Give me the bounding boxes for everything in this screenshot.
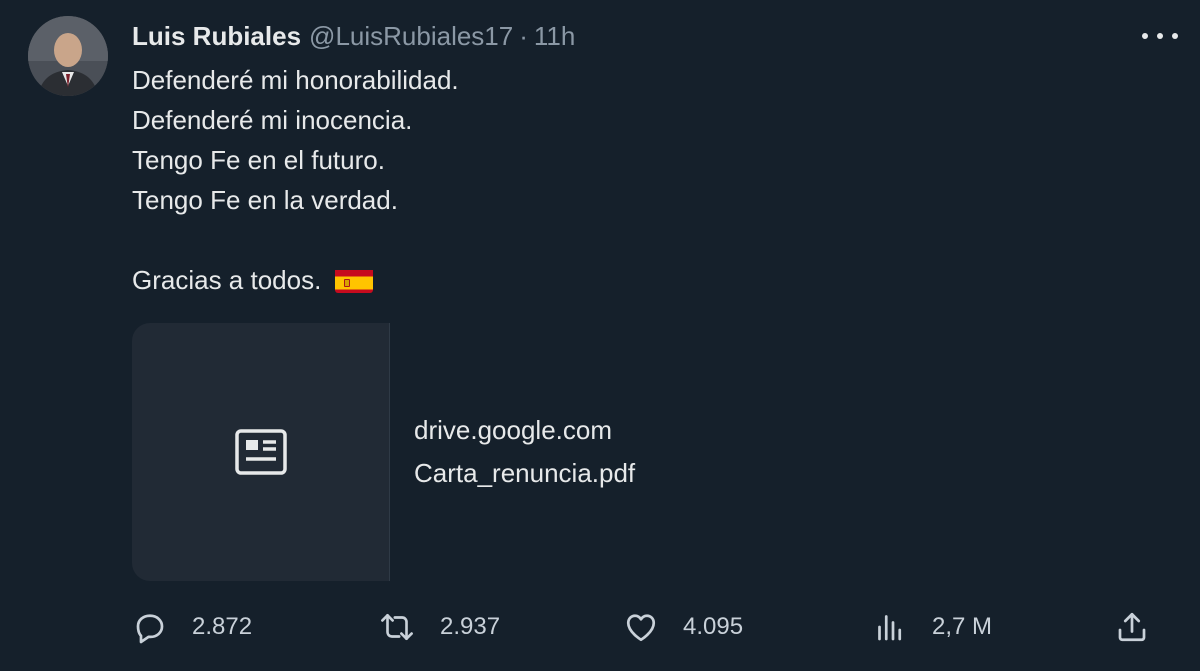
action-bar: 2.872 2.937 4.095 2,7 M [130,607,1175,647]
tweet-header: Luis Rubiales @LuisRubiales17 · 11h [132,20,575,52]
retweet-count: 2.937 [440,613,501,640]
avatar[interactable] [28,16,108,96]
spain-flag-icon [334,267,373,293]
card-thumbnail [132,323,390,581]
share-icon [1118,612,1146,642]
separator-dot: · [519,20,528,51]
retweet-icon [381,613,413,641]
article-icon [234,429,287,475]
views-icon [878,615,902,641]
reply-button[interactable]: 2.872 [132,607,252,647]
author-name[interactable]: Luis Rubiales [132,21,301,52]
tweet-line: Defenderé mi honorabilidad. [132,65,459,95]
tweet-line: Defenderé mi inocencia. [132,105,413,135]
tweet-line: Tengo Fe en el futuro. [132,145,385,175]
link-card[interactable]: drive.google.com Carta_renuncia.pdf [132,323,1172,581]
tweet-time[interactable]: 11h [534,21,575,52]
views-count: 2,7 M [932,613,993,640]
views-button[interactable]: 2,7 M [872,607,992,647]
like-button[interactable]: 4.095 [623,607,743,647]
tweet: Luis Rubiales @LuisRubiales17 · 11h Defe… [0,0,1200,671]
author-handle[interactable]: @LuisRubiales17 [309,21,513,52]
more-options-icon[interactable] [1142,24,1178,48]
tweet-closing-line: Gracias a todos. [132,260,459,300]
tweet-closing-text: Gracias a todos. [132,265,322,295]
retweet-button[interactable]: 2.937 [378,607,500,647]
tweet-text: Defenderé mi honorabilidad. Defenderé mi… [132,60,459,300]
like-count: 4.095 [683,613,744,640]
card-title: Carta_renuncia.pdf [414,458,636,488]
share-button[interactable] [1114,607,1150,647]
card-domain: drive.google.com [414,415,612,445]
reply-count: 2.872 [192,613,253,640]
card-info: drive.google.com Carta_renuncia.pdf [390,323,1172,581]
reply-icon [136,614,164,644]
heart-icon [626,614,656,642]
tweet-line: Tengo Fe en la verdad. [132,185,398,215]
